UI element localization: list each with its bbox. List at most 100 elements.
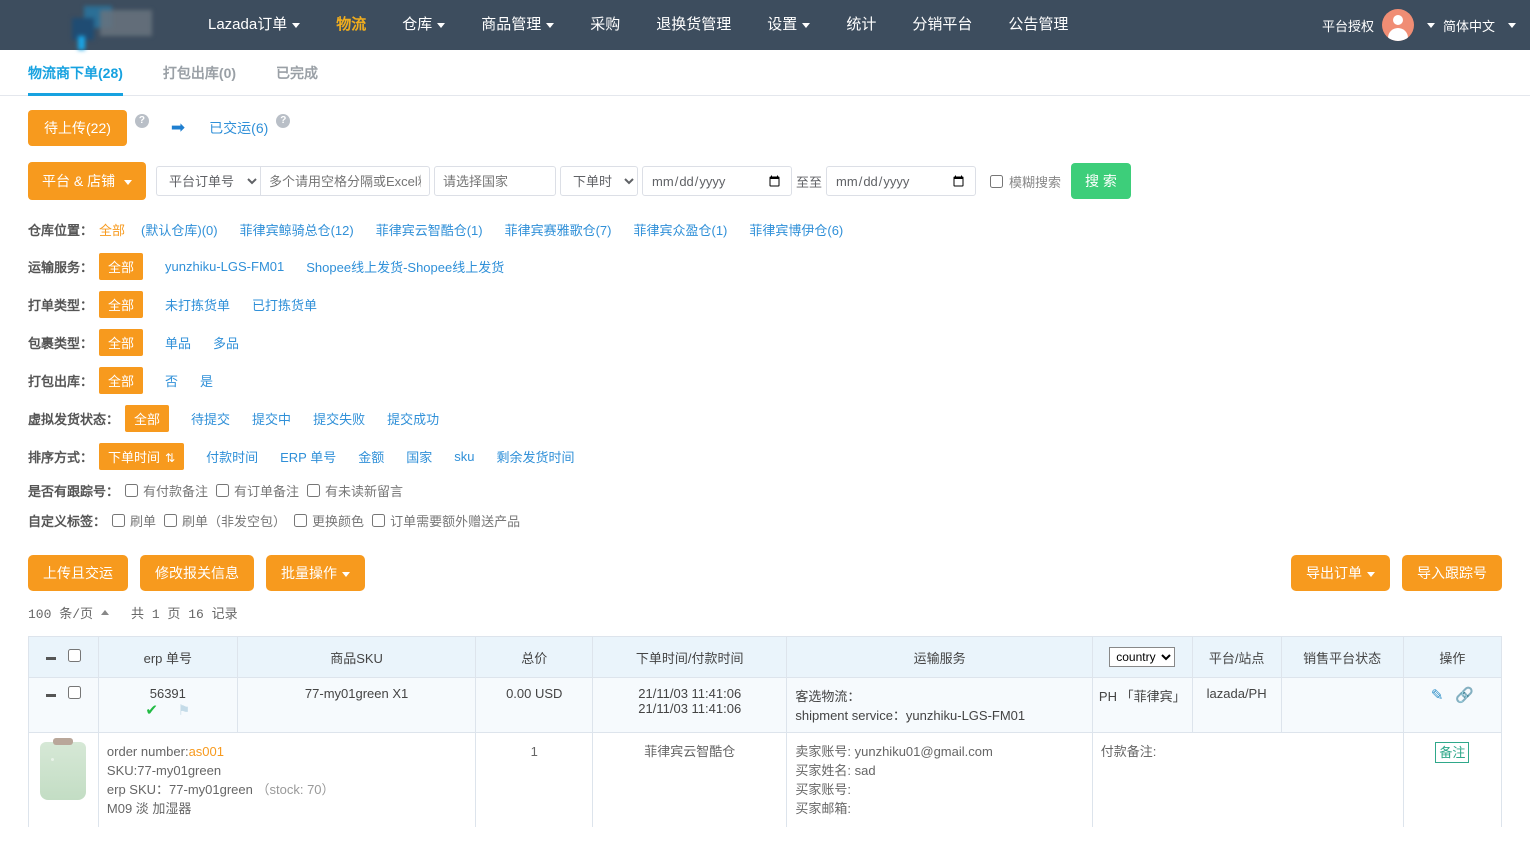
nav-item-5[interactable]: 退换货管理 [638, 0, 749, 50]
filter-option-6-1[interactable]: 付款时间 [206, 447, 258, 466]
page-size-selector[interactable]: 100 条/页 [28, 603, 93, 622]
product-thumbnail[interactable] [40, 738, 87, 800]
search-button[interactable]: 搜 索 [1071, 163, 1131, 199]
language-selector[interactable]: 简体中文 [1443, 16, 1495, 35]
order-type-select[interactable]: 平台订单号 [156, 166, 261, 196]
filter-option-6-5[interactable]: sku [454, 449, 474, 464]
fuzzy-search-label[interactable]: 模糊搜索 [1009, 172, 1061, 191]
platform-auth-link[interactable]: 平台授权 [1322, 16, 1374, 35]
erp-no-value[interactable]: 56391 [103, 686, 233, 701]
action-button-left-2[interactable]: 批量操作 [266, 555, 365, 591]
edit-icon[interactable]: ✎ [1431, 687, 1444, 704]
checkbox-input[interactable] [372, 514, 386, 527]
note-button[interactable]: 备注 [1435, 742, 1470, 763]
user-menu-chevron-down-icon[interactable] [1426, 22, 1435, 28]
filter-option-6-4[interactable]: 国家 [406, 447, 432, 466]
checkbox-label[interactable]: 有订单备注 [234, 481, 299, 500]
nav-chevron-down-icon [546, 22, 555, 28]
action-button-right-1[interactable]: 导入跟踪号 [1402, 555, 1502, 591]
help-icon-shipped[interactable]: ? [276, 114, 291, 128]
fuzzy-search-checkbox[interactable] [990, 174, 1004, 188]
checkbox-label[interactable]: 更换颜色 [312, 511, 364, 530]
date-to-input[interactable] [826, 166, 977, 196]
filter-option-0-4[interactable]: 菲律宾赛雅歌仓(7) [505, 220, 612, 239]
country-filter-select[interactable]: country [1109, 647, 1176, 667]
flag-icon[interactable]: ⚑ [178, 702, 191, 718]
filter-option-6-2[interactable]: ERP 单号 [280, 447, 336, 466]
filter-option-0-6[interactable]: 菲律宾博伊仓(6) [749, 220, 843, 239]
nav-item-9[interactable]: 公告管理 [990, 0, 1086, 50]
filter-option-1-1[interactable]: yunzhiku-LGS-FM01 [165, 259, 284, 274]
filter-option-1-2[interactable]: Shopee线上发货-Shopee线上发货 [306, 257, 504, 276]
filter-option-5-2[interactable]: 提交中 [252, 409, 291, 428]
checkbox-label[interactable]: 有未读新留言 [325, 481, 403, 500]
filter-option-6-6[interactable]: 剩余发货时间 [496, 447, 574, 466]
filter-option-0-5[interactable]: 菲律宾众盈仓(1) [633, 220, 727, 239]
avatar[interactable] [1381, 9, 1414, 41]
filter-option-1-0[interactable]: 全部 [99, 253, 144, 280]
checkbox-input[interactable] [125, 484, 139, 497]
nav-item-2[interactable]: 仓库 [384, 0, 463, 50]
tab-0[interactable]: 物流商下单(28) [28, 63, 141, 96]
status-shipped[interactable]: 已交运(6) [209, 118, 268, 138]
checkbox-input[interactable] [112, 514, 126, 527]
filter-option-6-0[interactable]: 下单时间 ⇅ [99, 443, 185, 470]
nav-item-6[interactable]: 设置 [749, 0, 828, 50]
filter-option-3-0[interactable]: 全部 [99, 329, 144, 356]
order-number-value[interactable]: as001 [189, 744, 224, 759]
page-size-chevron-up-icon[interactable] [101, 610, 110, 615]
order-number-input[interactable] [260, 166, 431, 196]
checkbox-label[interactable]: 刷单 [130, 511, 156, 530]
filter-option-0-2[interactable]: 菲律宾鲸骑总仓(12) [240, 220, 354, 239]
language-chevron-down-icon[interactable] [1508, 22, 1516, 28]
filter-option-2-0[interactable]: 全部 [99, 291, 144, 318]
time-type-select[interactable]: 下单时间 [560, 166, 639, 196]
help-icon-pending[interactable]: ? [134, 114, 149, 128]
collapse-all-icon[interactable] [46, 657, 57, 661]
nav-item-3[interactable]: 商品管理 [463, 0, 572, 50]
nav-item-1[interactable]: 物流 [318, 0, 384, 50]
filter-option-0-1[interactable]: (默认仓库)(0) [141, 220, 218, 239]
filter-option-3-1[interactable]: 单品 [165, 333, 191, 352]
filter-option-0-0[interactable]: 全部 [99, 220, 125, 239]
filter-option-4-2[interactable]: 是 [200, 371, 213, 390]
action-button-right-0[interactable]: 导出订单 [1291, 555, 1390, 591]
nav-item-4[interactable]: 采购 [572, 0, 638, 50]
nav-item-7[interactable]: 统计 [828, 0, 894, 50]
action-button-left-1[interactable]: 修改报关信息 [140, 555, 254, 591]
checkbox-row-label: 自定义标签： [28, 514, 107, 529]
app-logo[interactable] [72, 4, 152, 50]
filter-option-2-2[interactable]: 已打拣货单 [252, 295, 317, 314]
platform-shop-label: 平台 & 店铺 [42, 173, 116, 189]
date-from-input[interactable] [642, 166, 793, 196]
nav-item-0[interactable]: Lazada订单 [190, 0, 318, 50]
action-button-left-0[interactable]: 上传且交运 [28, 555, 128, 591]
collapse-row-icon[interactable] [46, 694, 57, 698]
filter-option-5-3[interactable]: 提交失败 [313, 409, 365, 428]
tab-2[interactable]: 已完成 [276, 63, 336, 95]
nav-item-8[interactable]: 分销平台 [894, 0, 990, 50]
select-all-checkbox[interactable] [67, 649, 81, 662]
status-pending-upload[interactable]: 待上传(22) [28, 110, 127, 146]
filter-option-4-0[interactable]: 全部 [99, 367, 144, 394]
filter-option-0-3[interactable]: 菲律宾云智酷仓(1) [376, 220, 483, 239]
filter-option-4-1[interactable]: 否 [165, 371, 178, 390]
checkbox-input[interactable] [294, 514, 308, 527]
tab-1[interactable]: 打包出库(0) [163, 63, 254, 95]
filter-option-5-4[interactable]: 提交成功 [387, 409, 439, 428]
filter-option-6-3[interactable]: 金额 [358, 447, 384, 466]
platform-shop-button[interactable]: 平台 & 店铺 [28, 162, 147, 200]
country-input[interactable] [434, 166, 557, 196]
checkbox-input[interactable] [307, 484, 321, 497]
checkbox-label[interactable]: 订单需要额外赠送产品 [390, 511, 520, 530]
checkbox-input[interactable] [216, 484, 230, 497]
filter-option-3-2[interactable]: 多品 [213, 333, 239, 352]
filter-option-2-1[interactable]: 未打拣货单 [165, 295, 230, 314]
checkbox-label[interactable]: 刷单（非发空包） [182, 511, 286, 530]
filter-option-5-1[interactable]: 待提交 [191, 409, 230, 428]
row-checkbox[interactable] [67, 686, 81, 699]
checkbox-input[interactable] [164, 514, 178, 527]
checkbox-label[interactable]: 有付款备注 [143, 481, 208, 500]
attachment-icon[interactable]: 🔗 [1455, 687, 1474, 704]
filter-option-5-0[interactable]: 全部 [125, 405, 170, 432]
